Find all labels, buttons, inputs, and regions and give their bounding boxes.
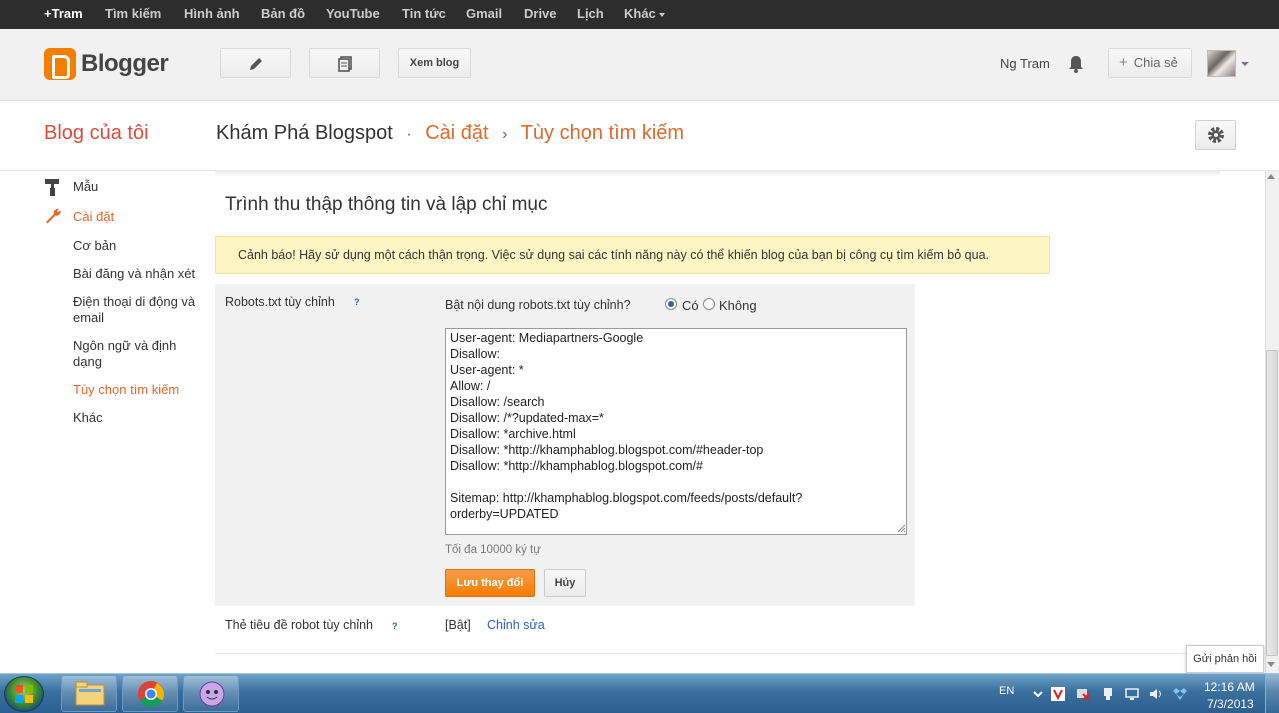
share-label: Chia sẻ — [1133, 55, 1178, 70]
scrollbar-thumb[interactable] — [1266, 350, 1278, 656]
clock-date[interactable]: 7/3/2013 — [1207, 697, 1254, 711]
taskbar-explorer[interactable] — [61, 675, 117, 712]
gbar-link-maps[interactable]: Bản đồ — [261, 6, 305, 21]
posts-icon — [337, 56, 352, 72]
gbar-link-plus[interactable]: +Tram — [44, 6, 83, 21]
scroll-up-arrow-icon[interactable] — [1267, 174, 1275, 179]
tray-display-icon[interactable] — [1125, 687, 1139, 701]
save-changes-button[interactable]: Lưu thay đổi — [445, 569, 535, 597]
sidebar-item-other[interactable]: Khác — [73, 410, 103, 425]
tray-arrow-icon[interactable] — [1031, 687, 1045, 701]
folder-icon — [75, 681, 105, 706]
breadcrumb-separator: · — [406, 126, 412, 143]
breadcrumb-blog-name[interactable]: Khám Phá Blogspot — [216, 122, 393, 144]
tray-antivirus-icon[interactable] — [1051, 687, 1065, 701]
gbar-link-gmail[interactable]: Gmail — [466, 6, 502, 21]
breadcrumb-current: Tùy chọn tìm kiếm — [520, 122, 685, 144]
sidebar-item-settings[interactable]: Cài đặt — [73, 209, 114, 224]
show-desktop-button[interactable] — [1265, 674, 1279, 713]
sidebar-item-template[interactable]: Mẫu — [73, 179, 98, 194]
windows-start-button[interactable] — [4, 676, 44, 712]
robot-tags-edit-link[interactable]: Chỉnh sửa — [487, 618, 545, 632]
blogger-logo-text[interactable]: Blogger — [81, 50, 169, 78]
sidebar-item-posts-comments[interactable]: Bài đăng và nhận xét — [73, 266, 195, 281]
tray-dropbox-icon[interactable] — [1173, 687, 1187, 701]
chrome-icon — [137, 680, 165, 708]
my-blogs-link[interactable]: Blog của tôi — [44, 122, 149, 145]
content-top-shadow — [215, 171, 1220, 177]
gbar-link-search[interactable]: Tìm kiếm — [105, 6, 161, 21]
send-feedback-button[interactable]: Gửi phản hồi — [1186, 645, 1264, 673]
google-bar: +Tram Tìm kiếm Hình ảnh Bản đồ YouTube T… — [0, 0, 1279, 29]
tray-language[interactable]: EN — [999, 685, 1014, 697]
radio-no[interactable] — [703, 298, 715, 310]
robot-tags-status: [Bật] — [445, 618, 471, 632]
gear-icon — [1208, 127, 1224, 143]
help-icon[interactable]: ? — [392, 621, 398, 631]
settings-gear-button[interactable] — [1195, 120, 1236, 150]
help-icon[interactable]: ? — [354, 297, 360, 307]
robots-txt-label: Robots.txt tùy chỉnh — [225, 295, 335, 309]
gbar-link-news[interactable]: Tin tức — [402, 6, 446, 21]
tray-volume-icon[interactable] — [1149, 687, 1163, 701]
yahoo-messenger-icon — [199, 681, 225, 707]
radio-yes[interactable] — [665, 298, 677, 310]
radio-yes-label[interactable]: Có — [682, 298, 699, 313]
radio-no-label[interactable]: Không — [719, 298, 757, 313]
breadcrumb-settings[interactable]: Cài đặt — [425, 122, 488, 144]
section-title: Trình thu thập thông tin và lập chỉ mục — [225, 194, 548, 215]
resize-grip-icon[interactable] — [897, 524, 906, 533]
chevron-down-icon — [658, 12, 665, 17]
gbar-link-drive[interactable]: Drive — [524, 6, 557, 21]
breadcrumb: Khám Phá Blogspot · Cài đặt › Tùy chọn t… — [216, 122, 684, 145]
bell-icon[interactable] — [1068, 55, 1084, 73]
windows-logo-icon — [15, 685, 33, 703]
posts-list-button[interactable] — [309, 48, 380, 78]
share-button[interactable]: + Chia sẻ — [1108, 48, 1192, 78]
warning-banner: Cảnh báo! Hãy sử dụng một cách thận trọn… — [215, 236, 1050, 274]
cancel-button[interactable]: Hủy — [544, 569, 586, 597]
user-name[interactable]: Ng Tram — [1000, 56, 1050, 71]
gbar-link-youtube[interactable]: YouTube — [326, 6, 380, 21]
max-chars-note: Tối đa 10000 ký tự — [445, 544, 541, 556]
pencil-icon — [249, 58, 262, 70]
gbar-more-label: Khác — [624, 6, 656, 21]
divider — [215, 653, 1265, 654]
robot-tags-label: Thẻ tiêu đề robot tùy chỉnh — [225, 618, 374, 632]
sidebar-item-search-preferences[interactable]: Tùy chọn tìm kiếm — [73, 382, 179, 397]
plus-icon: + — [1119, 54, 1128, 71]
enable-robots-question: Bật nội dung robots.txt tùy chỉnh? — [445, 298, 631, 312]
sidebar-item-basic[interactable]: Cơ bản — [73, 238, 116, 253]
robots-txt-textarea[interactable]: User-agent: Mediapartners-Google Disallo… — [445, 328, 907, 535]
gbar-link-calendar[interactable]: Lịch — [577, 6, 604, 21]
breadcrumb-separator: › — [502, 126, 508, 143]
sidebar-item-mobile-email[interactable]: Điện thoại di động và email — [73, 294, 203, 326]
gbar-link-more[interactable]: Khác — [624, 6, 665, 21]
scroll-down-arrow-icon[interactable] — [1267, 662, 1275, 667]
view-blog-button[interactable]: Xem blog — [398, 48, 471, 78]
taskbar-yahoo-messenger[interactable] — [183, 675, 239, 712]
blogger-header — [0, 29, 1279, 101]
sidebar-item-language-formatting[interactable]: Ngôn ngữ và định dạng — [73, 338, 193, 370]
wrench-icon — [46, 208, 61, 224]
clock-time[interactable]: 12:16 AM — [1204, 680, 1255, 694]
tray-usb-icon[interactable] — [1101, 687, 1115, 701]
taskbar-chrome[interactable] — [122, 675, 178, 712]
new-post-button[interactable] — [220, 48, 291, 78]
tray-network-error-icon[interactable] — [1076, 687, 1090, 701]
gbar-link-images[interactable]: Hình ảnh — [184, 6, 240, 21]
blogger-logo-icon[interactable] — [44, 48, 76, 80]
avatar[interactable] — [1207, 50, 1236, 77]
chevron-down-icon[interactable] — [1241, 62, 1249, 66]
paint-roller-icon — [45, 179, 59, 196]
